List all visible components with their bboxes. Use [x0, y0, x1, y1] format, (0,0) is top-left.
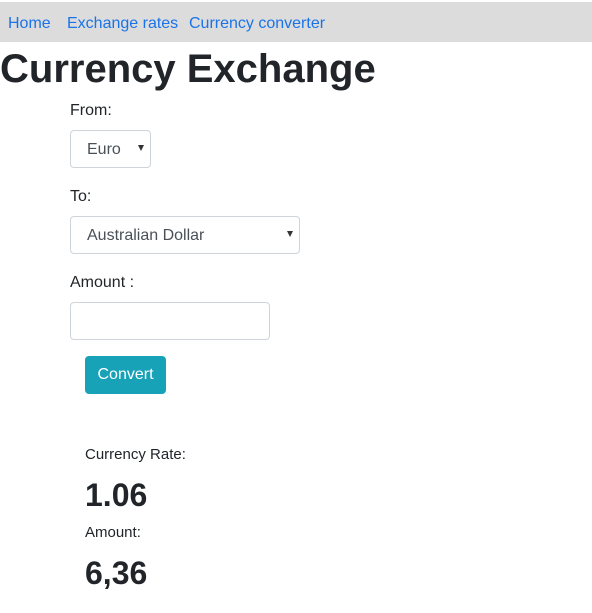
from-currency-value: Euro [87, 141, 121, 158]
top-navbar: Home Exchange rates Currency converter [0, 2, 592, 42]
amount-label: Amount : [70, 274, 135, 291]
from-label: From: [70, 102, 112, 119]
currency-rate-value: 1.06 [85, 477, 148, 513]
dropdown-caret-icon [287, 231, 293, 237]
nav-link-exchange-rates[interactable]: Exchange rates [67, 14, 178, 34]
result-amount-label: Amount: [85, 524, 141, 541]
to-currency-value: Australian Dollar [87, 227, 205, 244]
to-currency-select[interactable]: Australian Dollar [70, 216, 300, 254]
to-label: To: [70, 188, 92, 205]
currency-rate-label: Currency Rate: [85, 446, 186, 463]
convert-button[interactable]: Convert [85, 356, 166, 394]
nav-link-currency-converter[interactable]: Currency converter [189, 14, 325, 34]
nav-link-home[interactable]: Home [8, 14, 51, 34]
amount-input[interactable] [70, 302, 270, 340]
page-title: Currency Exchange [0, 47, 376, 91]
result-amount-value: 6,36 [85, 555, 148, 591]
from-currency-select[interactable]: Euro [70, 130, 151, 168]
dropdown-caret-icon [138, 145, 144, 151]
